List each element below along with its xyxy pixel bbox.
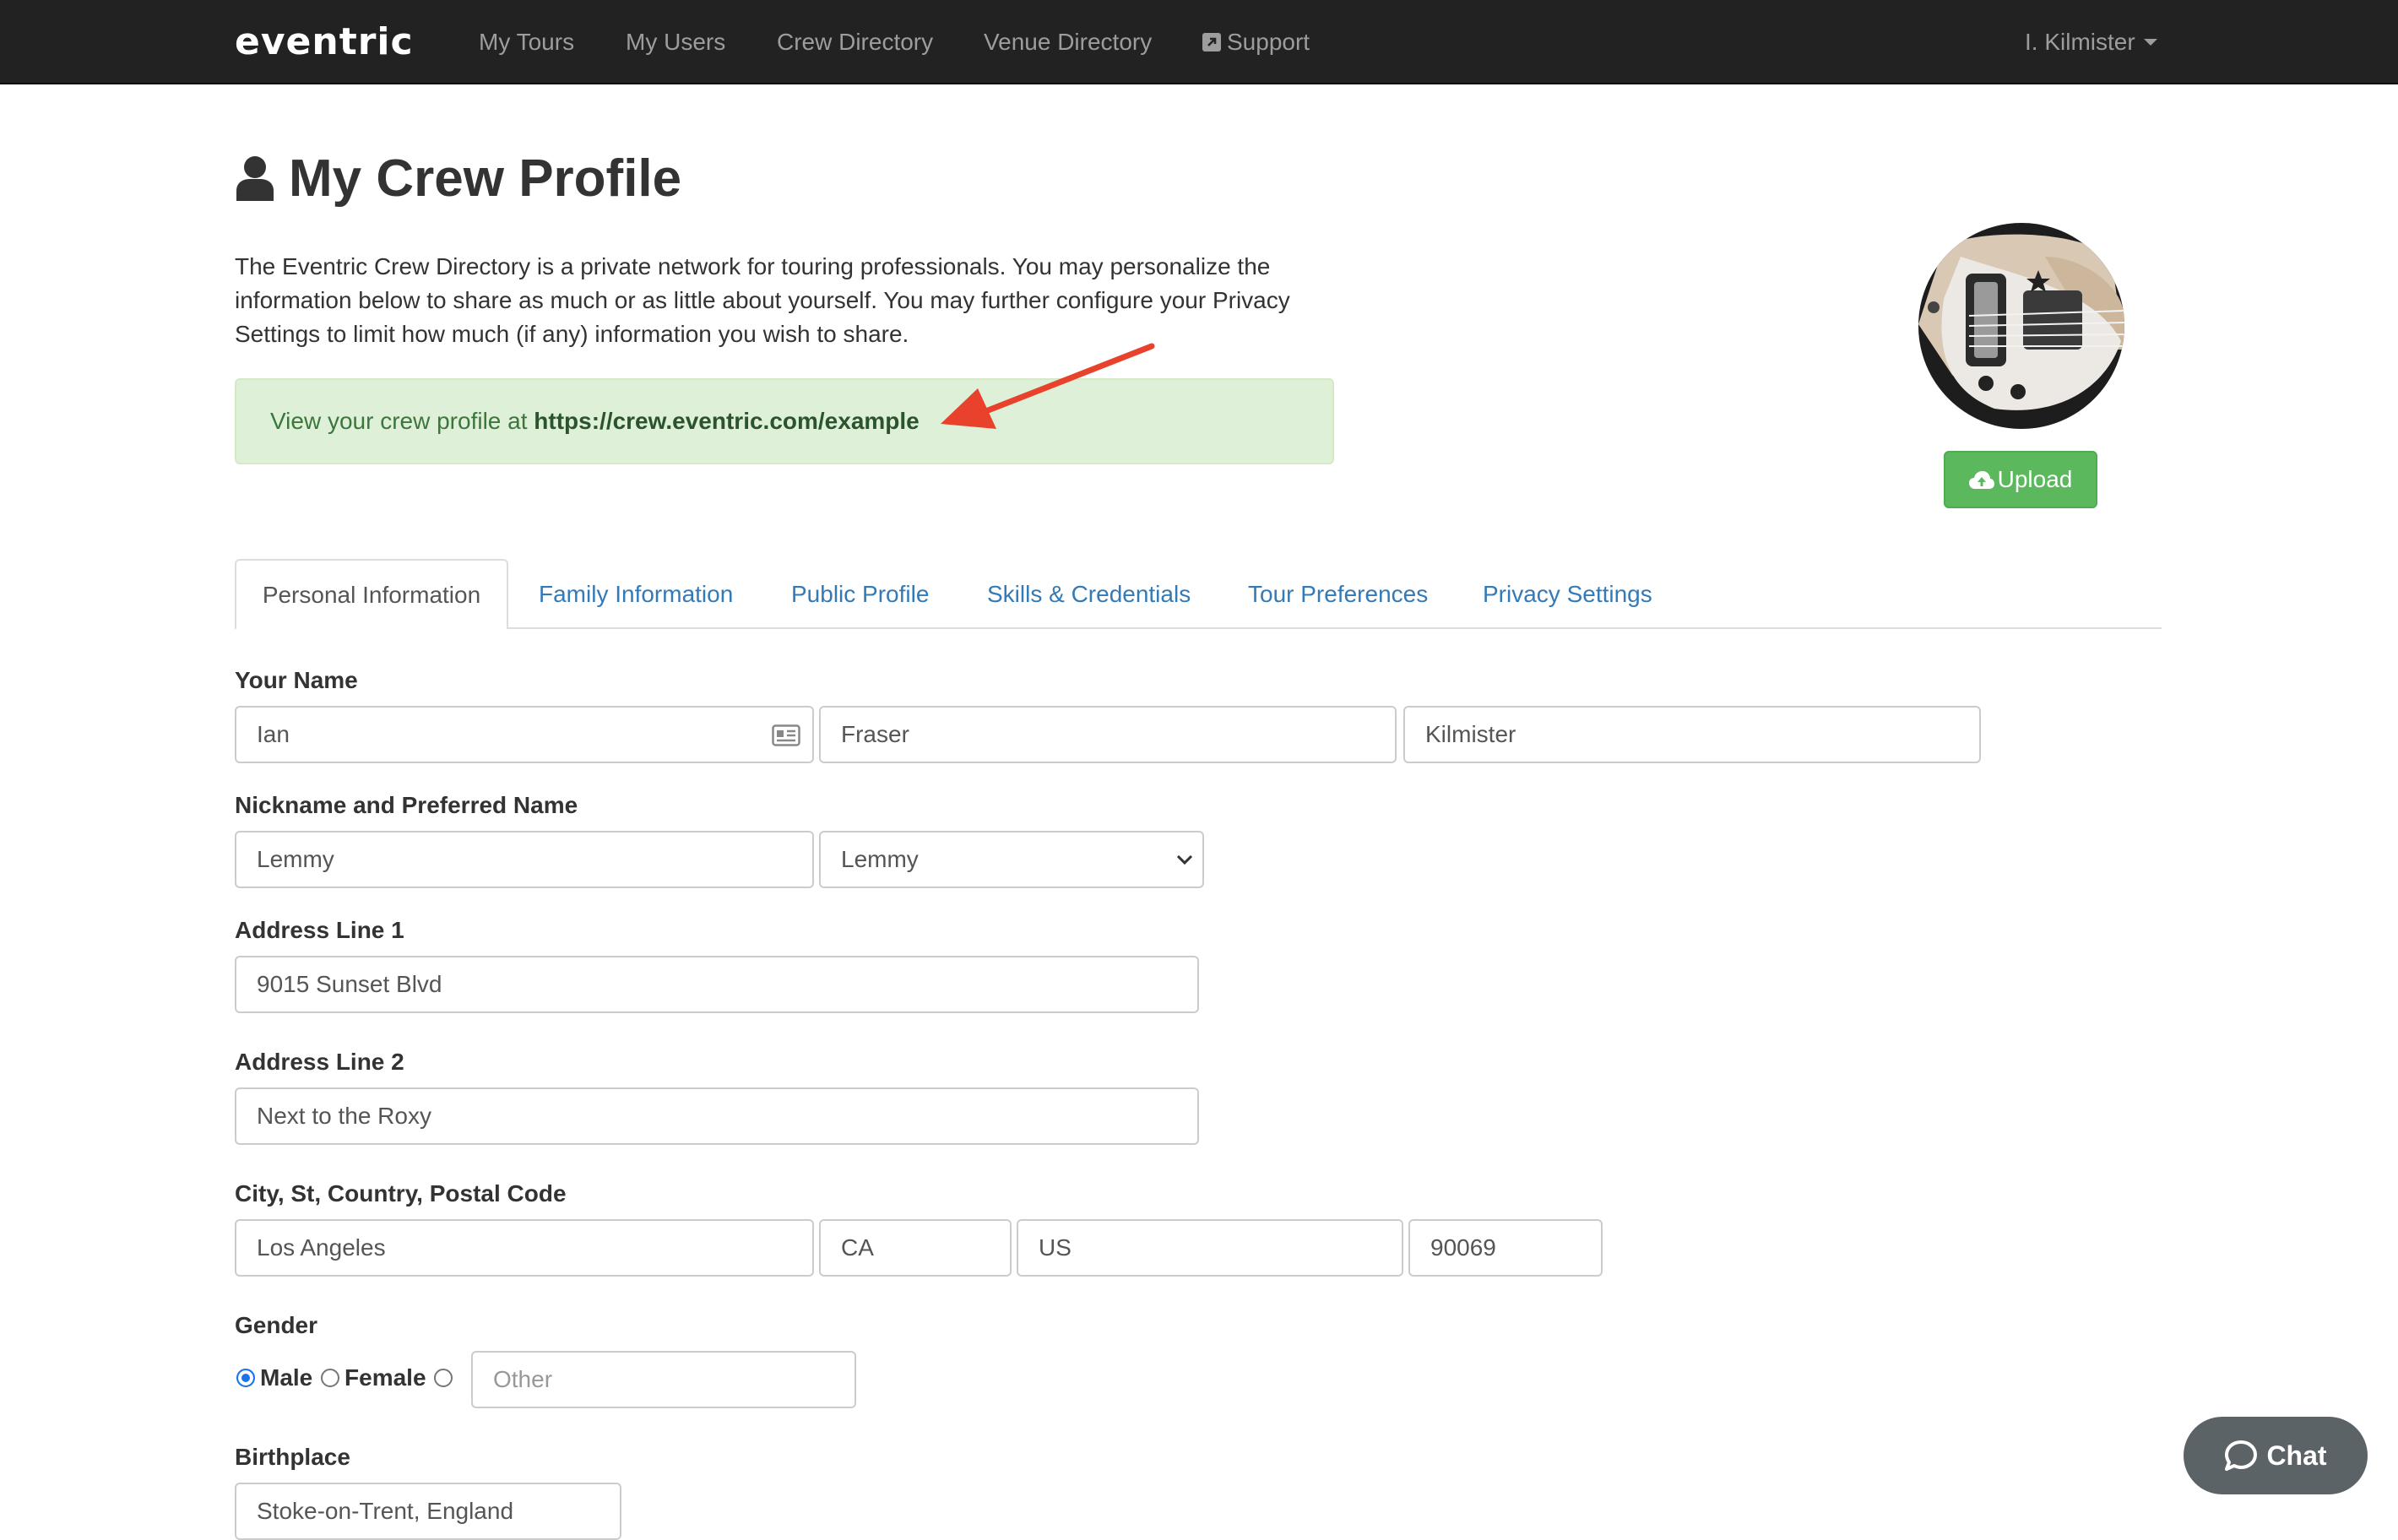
page-title-text: My Crew Profile	[289, 149, 682, 208]
first-name-value: Ian	[257, 721, 290, 747]
user-menu-dropdown[interactable]: I. Kilmister	[2025, 25, 2157, 59]
address-line-2-label: Address Line 2	[235, 1049, 404, 1075]
brand-name: eventric	[235, 22, 414, 61]
nav-my-users[interactable]: My Users	[626, 25, 725, 59]
nickname-label: Nickname and Preferred Name	[235, 792, 578, 818]
nav-support-label: Support	[1227, 29, 1310, 55]
first-name-input[interactable]: Ian	[235, 706, 814, 763]
cloud-upload-icon	[1968, 471, 1994, 489]
alert-prefix: View your crew profile at	[270, 408, 528, 434]
caret-down-icon	[2143, 39, 2157, 46]
top-navbar: eventric My Tours My Users Crew Director…	[0, 0, 2398, 84]
location-label: City, St, Country, Postal Code	[235, 1180, 567, 1207]
gender-female-label[interactable]: Female	[345, 1364, 426, 1391]
eventric-logo[interactable]: eventric	[235, 22, 424, 61]
nav-crew-directory[interactable]: Crew Directory	[777, 25, 933, 59]
upload-label: Upload	[1997, 466, 2073, 492]
chat-label: Chat	[2266, 1440, 2327, 1471]
chat-bubble-icon	[2225, 1440, 2258, 1471]
gender-other-input[interactable]: Other	[471, 1351, 856, 1408]
country-input[interactable]: US	[1017, 1219, 1403, 1277]
tab-tour-preferences[interactable]: Tour Preferences	[1248, 559, 1428, 628]
nickname-input[interactable]: Lemmy	[235, 831, 814, 888]
upload-avatar-button[interactable]: Upload	[1944, 451, 2097, 508]
address-line-1-label: Address Line 1	[235, 917, 404, 943]
gender-female-radio[interactable]	[321, 1369, 340, 1387]
your-name-label: Your Name	[235, 667, 358, 693]
middle-name-input[interactable]: Fraser	[819, 706, 1397, 763]
profile-url-link[interactable]: https://crew.eventric.com/example	[534, 408, 919, 434]
nav-support[interactable]: Support	[1202, 25, 1310, 59]
address-line-1-input[interactable]: 9015 Sunset Blvd	[235, 956, 1199, 1013]
chevron-down-icon	[1176, 854, 1193, 865]
user-menu-label: I. Kilmister	[2025, 29, 2135, 55]
gender-options: Male Female	[235, 1361, 458, 1395]
birthplace-input[interactable]: Stoke-on-Trent, England	[235, 1483, 621, 1540]
tab-family-information[interactable]: Family Information	[539, 559, 733, 628]
preferred-name-value: Lemmy	[841, 846, 919, 872]
address-line-2-input[interactable]: Next to the Roxy	[235, 1087, 1199, 1145]
contact-card-icon[interactable]	[772, 724, 800, 746]
birthplace-label: Birthplace	[235, 1444, 350, 1470]
intro-text: The Eventric Crew Directory is a private…	[235, 253, 1290, 347]
annotation-arrow-icon	[941, 343, 1155, 429]
gender-label: Gender	[235, 1312, 318, 1338]
tab-personal-information[interactable]: Personal Information	[235, 559, 508, 630]
preferred-name-select[interactable]: Lemmy	[819, 831, 1204, 888]
nav-venue-directory[interactable]: Venue Directory	[984, 25, 1152, 59]
last-name-input[interactable]: Kilmister	[1403, 706, 1981, 763]
gender-male-radio[interactable]	[236, 1369, 255, 1387]
tab-privacy-settings[interactable]: Privacy Settings	[1483, 559, 1652, 628]
gender-male-label[interactable]: Male	[260, 1364, 312, 1391]
tab-skills-credentials[interactable]: Skills & Credentials	[987, 559, 1191, 628]
external-link-icon	[1202, 33, 1221, 52]
state-input[interactable]: CA	[819, 1219, 1012, 1277]
profile-avatar	[1918, 223, 2124, 429]
page-title: My Crew Profile	[235, 145, 681, 213]
tab-public-profile[interactable]: Public Profile	[791, 559, 929, 628]
user-icon	[236, 156, 274, 201]
tabs-divider	[235, 627, 2162, 629]
gender-other-radio[interactable]	[434, 1369, 453, 1387]
city-input[interactable]: Los Angeles	[235, 1219, 814, 1277]
nav-my-tours[interactable]: My Tours	[479, 25, 574, 59]
bass-guitar-photo	[1918, 223, 2124, 429]
postal-code-input[interactable]: 90069	[1408, 1219, 1603, 1277]
profile-url-alert: View your crew profile at https://crew.e…	[235, 378, 1334, 464]
chat-button[interactable]: Chat	[2184, 1417, 2368, 1494]
